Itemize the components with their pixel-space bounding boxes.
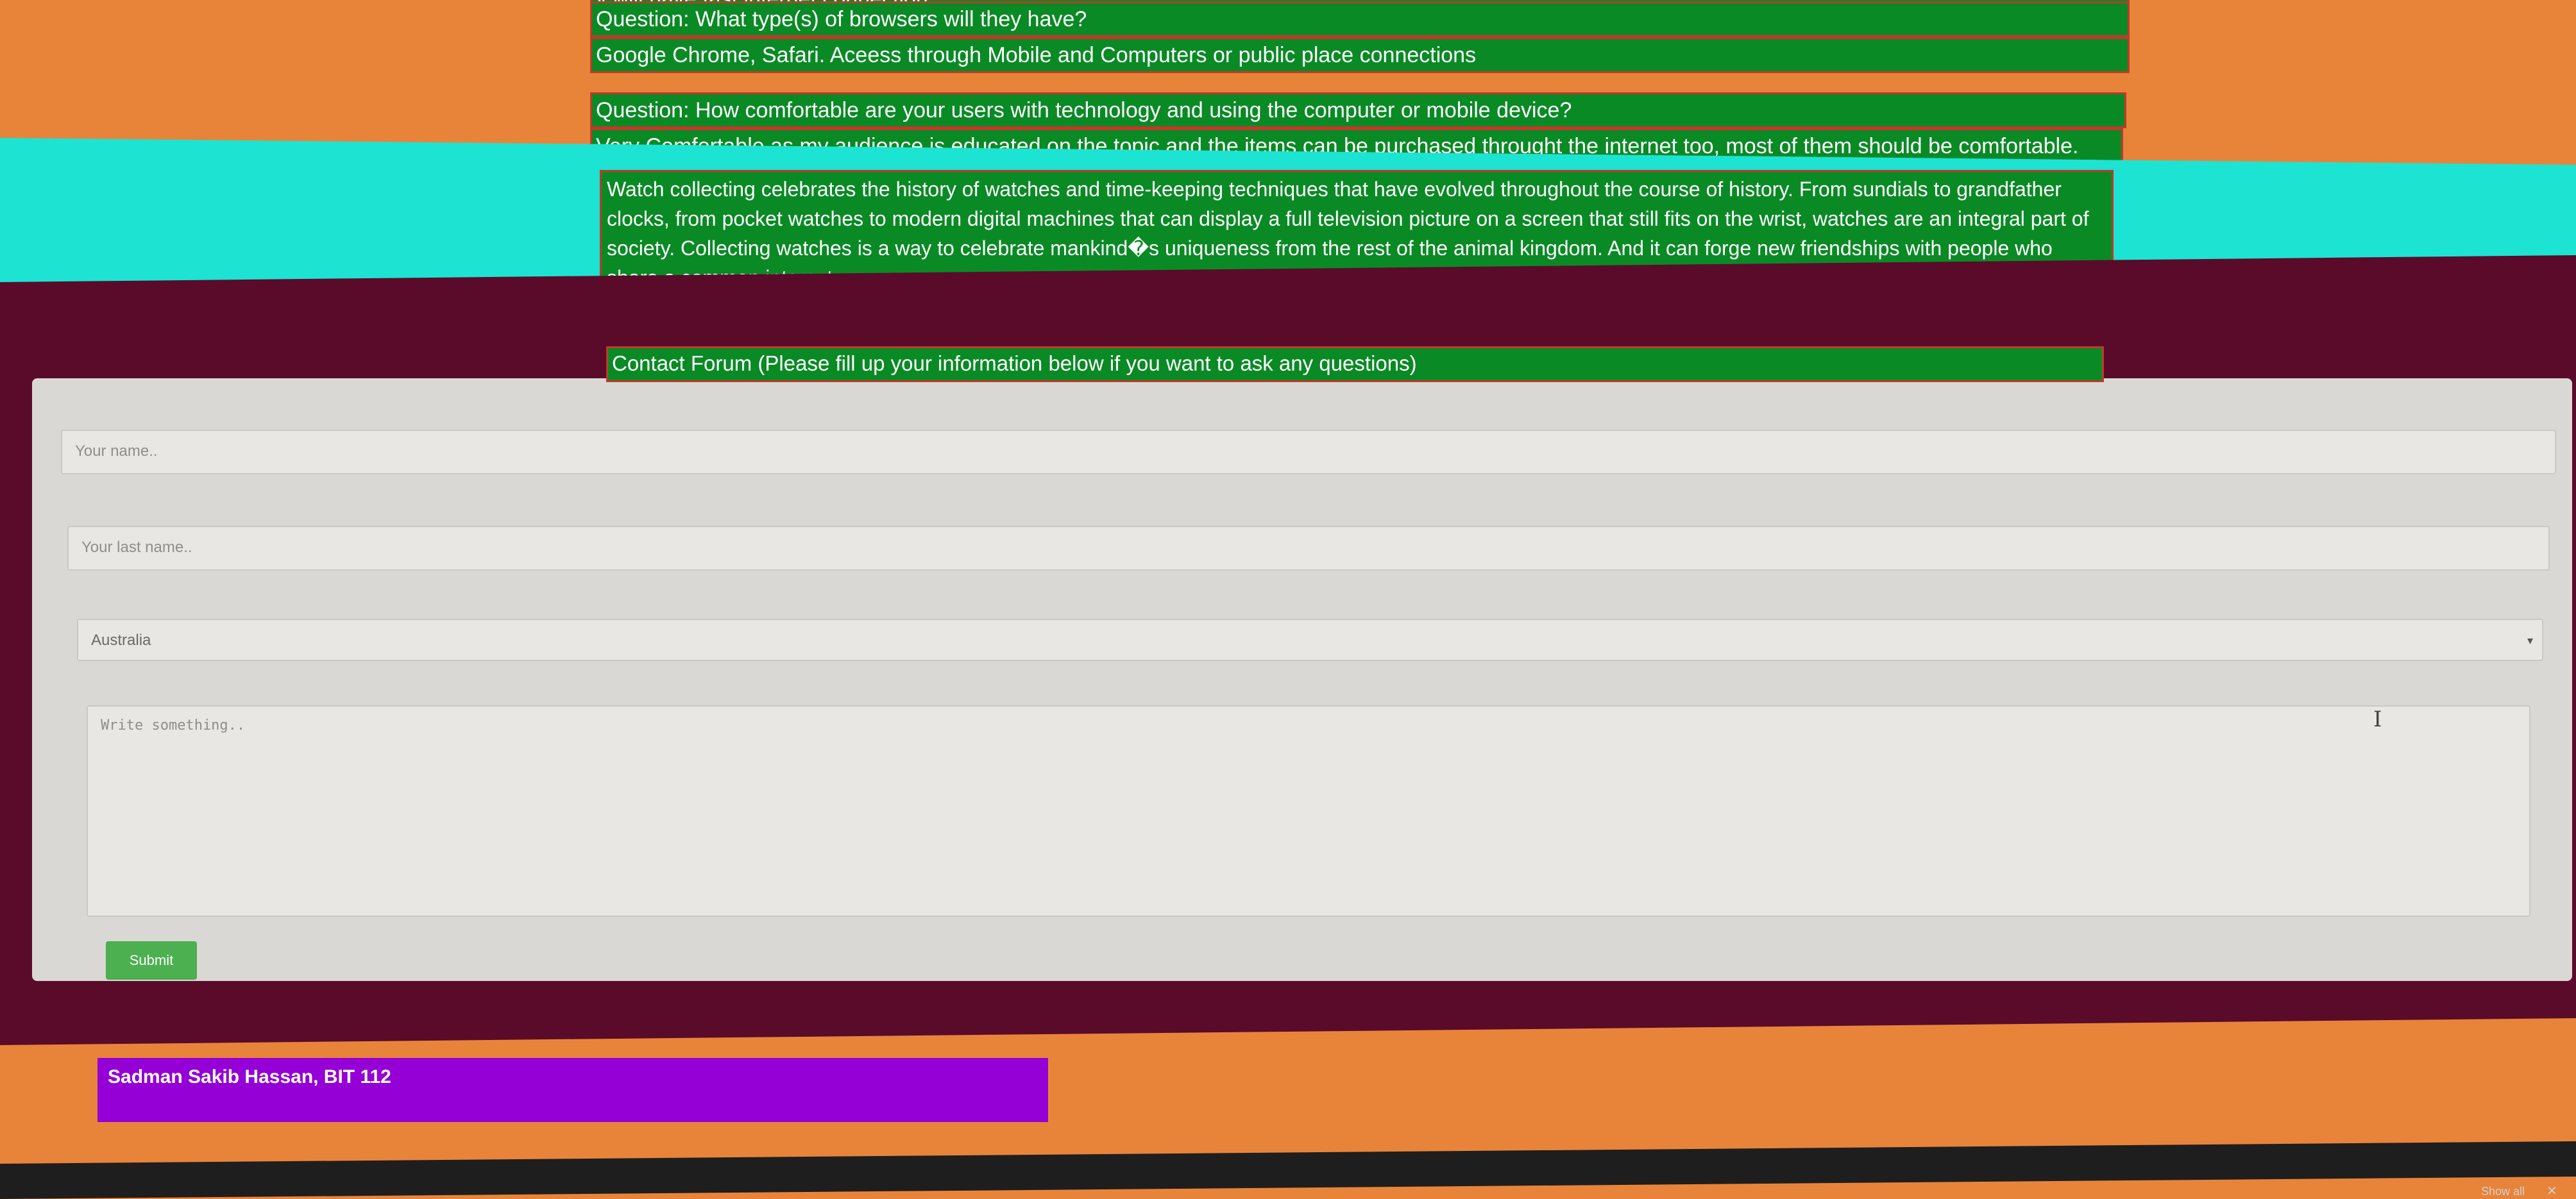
show-all-button[interactable]: Show all bbox=[2481, 1185, 2525, 1198]
text-cursor-icon: I bbox=[2373, 707, 2382, 732]
message-textarea[interactable]: Write something.. bbox=[87, 705, 2530, 917]
country-select[interactable]: Australia ▾ bbox=[77, 619, 2543, 661]
contact-header: Contact Forum (Please fill up your infor… bbox=[606, 346, 2104, 382]
close-icon[interactable]: ✕ bbox=[2546, 1183, 2557, 1199]
browser-download-bar bbox=[0, 1141, 2576, 1199]
last-name-input[interactable]: Your last name.. bbox=[67, 526, 2550, 571]
submit-button[interactable]: Submit bbox=[106, 941, 197, 980]
qa-row-answer-browsers: Google Chrome, Safari. Aceess through Mo… bbox=[590, 37, 2130, 73]
country-select-value: Australia bbox=[91, 632, 151, 649]
qa-row-question-browsers: Question: What type(s) of browsers will … bbox=[590, 1, 2130, 37]
page: y will have fast internet connection. Qu… bbox=[0, 0, 2576, 1199]
first-name-input[interactable]: Your name.. bbox=[61, 430, 2556, 474]
caret-down-icon: ▾ bbox=[2527, 634, 2533, 647]
qa-row-question-comfort: Question: How comfortable are your users… bbox=[590, 92, 2126, 128]
contact-form: Your name.. Your last name.. Australia ▾… bbox=[32, 378, 2572, 981]
footer-credit: Sadman Sakib Hassan, BIT 112 bbox=[97, 1058, 1048, 1122]
